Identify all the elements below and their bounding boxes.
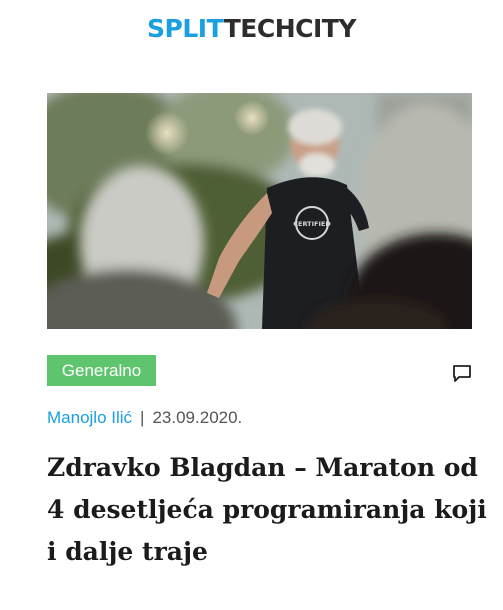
author-link[interactable]: Manojlo Ilić xyxy=(47,408,132,427)
category-tag[interactable]: Generalno xyxy=(47,355,156,386)
site-logo[interactable]: SPLITTECHCITY xyxy=(0,14,503,43)
article-hero-image[interactable]: CERTIFIED xyxy=(47,93,472,329)
publish-date: 23.09.2020. xyxy=(152,408,243,427)
shirt-print: CERTIFIED xyxy=(293,220,331,228)
logo-part-techcity: TECHCITY xyxy=(223,14,357,43)
meta-separator: | xyxy=(140,408,145,427)
logo-part-split: SPLIT xyxy=(147,14,224,43)
article-meta: Manojlo Ilić | 23.09.2020. xyxy=(47,407,242,429)
site-header: SPLITTECHCITY xyxy=(0,0,503,70)
comment-icon xyxy=(453,365,471,382)
hero-photo-illustration: CERTIFIED xyxy=(47,93,472,329)
article-title[interactable]: Zdravko Blagdan – Maraton od 4 desetljeć… xyxy=(47,447,487,573)
comments-button[interactable] xyxy=(451,362,473,384)
